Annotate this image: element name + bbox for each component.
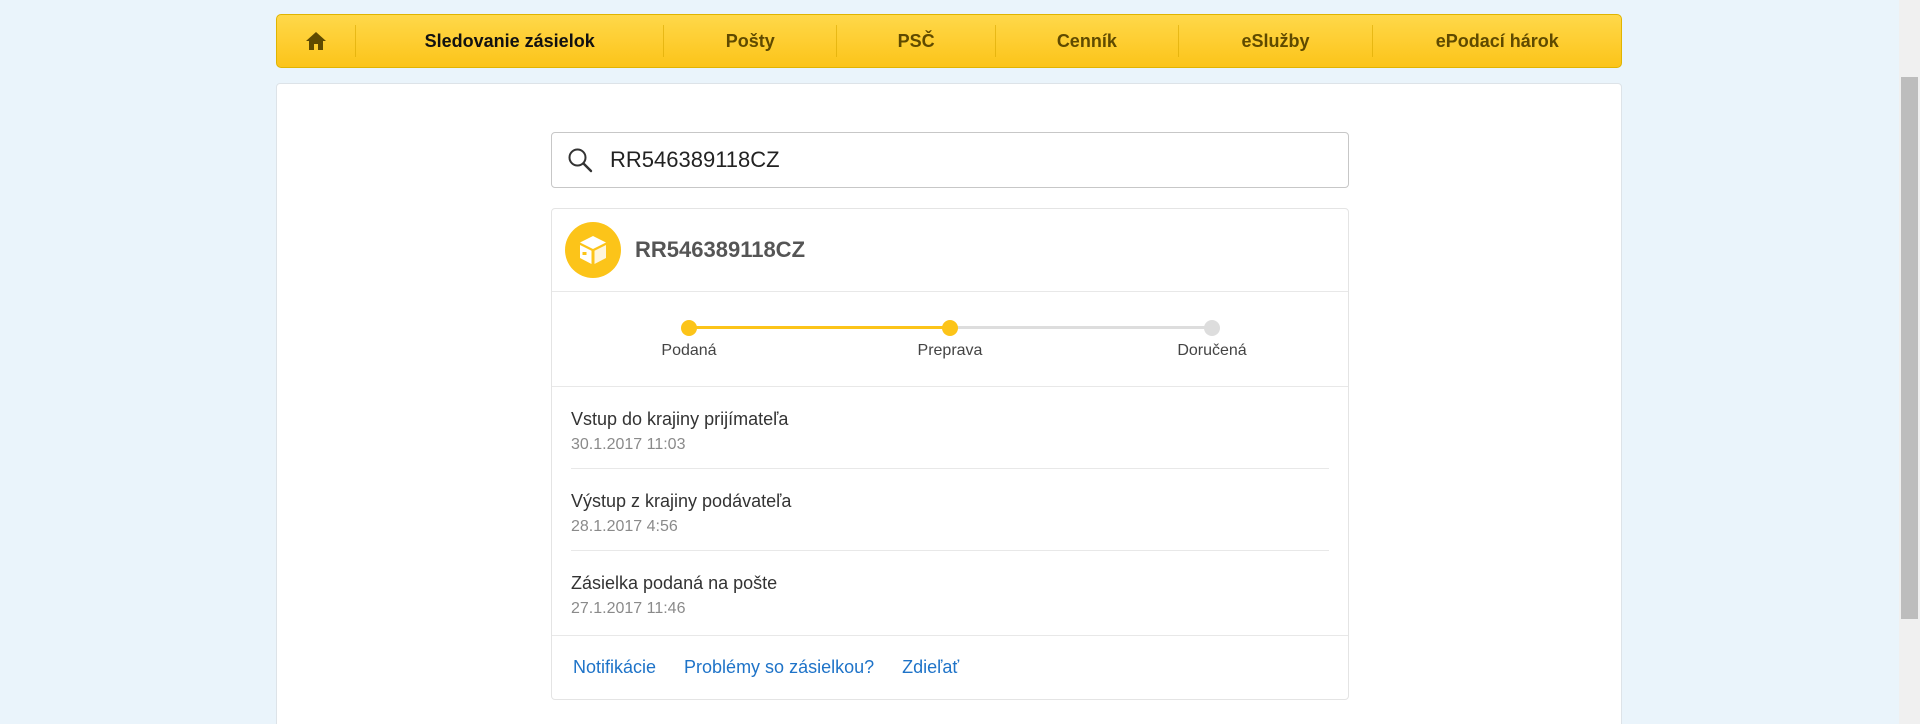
list-item: Výstup z krajiny podávateľa 28.1.2017 4:… <box>571 469 1329 551</box>
nav-item-pricing[interactable]: Cenník <box>996 15 1178 67</box>
notifications-link[interactable]: Notifikácie <box>573 657 656 678</box>
event-date: 27.1.2017 11:46 <box>571 600 686 617</box>
step-dot-submitted <box>681 320 697 336</box>
event-date: 30.1.2017 11:03 <box>571 436 686 453</box>
nav-divider <box>994 25 996 57</box>
shipment-actions: Notifikácie Problémy so zásielkou? Zdieľ… <box>552 635 1348 699</box>
step-dot-delivered <box>1204 320 1220 336</box>
step-label-submitted: Podaná <box>661 342 717 359</box>
nav-item-postcode[interactable]: PSČ <box>837 15 995 67</box>
event-title: Vstup do krajiny prijímateľa <box>571 409 789 429</box>
nav-divider <box>1177 25 1179 57</box>
nav-item-tracking[interactable]: Sledovanie zásielok <box>356 15 664 67</box>
step-label-transit: Preprava <box>917 342 983 359</box>
shipment-progress: Podaná Preprava Doručená <box>552 292 1348 387</box>
tracking-search <box>551 132 1349 188</box>
nav-item-esubmission[interactable]: ePodací hárok <box>1373 15 1621 67</box>
progress-track-pending <box>950 326 1212 329</box>
event-list: Vstup do krajiny prijímateľa 30.1.2017 1… <box>552 387 1348 633</box>
problems-link[interactable]: Problémy so zásielkou? <box>684 657 874 678</box>
package-icon <box>565 222 621 278</box>
share-link[interactable]: Zdieľať <box>902 657 959 678</box>
home-icon <box>305 32 326 50</box>
page: Sledovanie zásielok Pošty PSČ Cenník eSl… <box>0 0 1920 724</box>
nav-divider <box>1372 25 1374 57</box>
scrollbar-thumb[interactable] <box>1901 77 1918 619</box>
event-title: Výstup z krajiny podávateľa <box>571 491 792 511</box>
list-item: Vstup do krajiny prijímateľa 30.1.2017 1… <box>571 387 1329 469</box>
step-dot-transit <box>942 320 958 336</box>
shipment-header: RR546389118CZ <box>552 209 1348 292</box>
nav-divider <box>354 25 356 57</box>
event-title: Zásielka podaná na pošte <box>571 573 778 593</box>
search-icon[interactable] <box>552 132 608 188</box>
tracking-number-input[interactable] <box>608 146 1312 174</box>
nav-item-eservices[interactable]: eSlužby <box>1179 15 1373 67</box>
home-button[interactable] <box>277 15 355 67</box>
nav-divider <box>836 25 838 57</box>
progress-track-done <box>689 326 950 329</box>
nav-item-posts[interactable]: Pošty <box>664 15 836 67</box>
shipment-tracking-number: RR546389118CZ <box>635 237 806 262</box>
main-nav: Sledovanie zásielok Pošty PSČ Cenník eSl… <box>276 14 1622 68</box>
step-label-delivered: Doručená <box>1177 342 1247 359</box>
vertical-scrollbar[interactable] <box>1899 0 1920 724</box>
list-item: Zásielka podaná na pošte 27.1.2017 11:46 <box>571 551 1329 633</box>
event-date: 28.1.2017 4:56 <box>571 518 678 535</box>
shipment-card: RR546389118CZ Podaná Preprava Doručená V… <box>551 208 1349 700</box>
nav-divider <box>663 25 665 57</box>
